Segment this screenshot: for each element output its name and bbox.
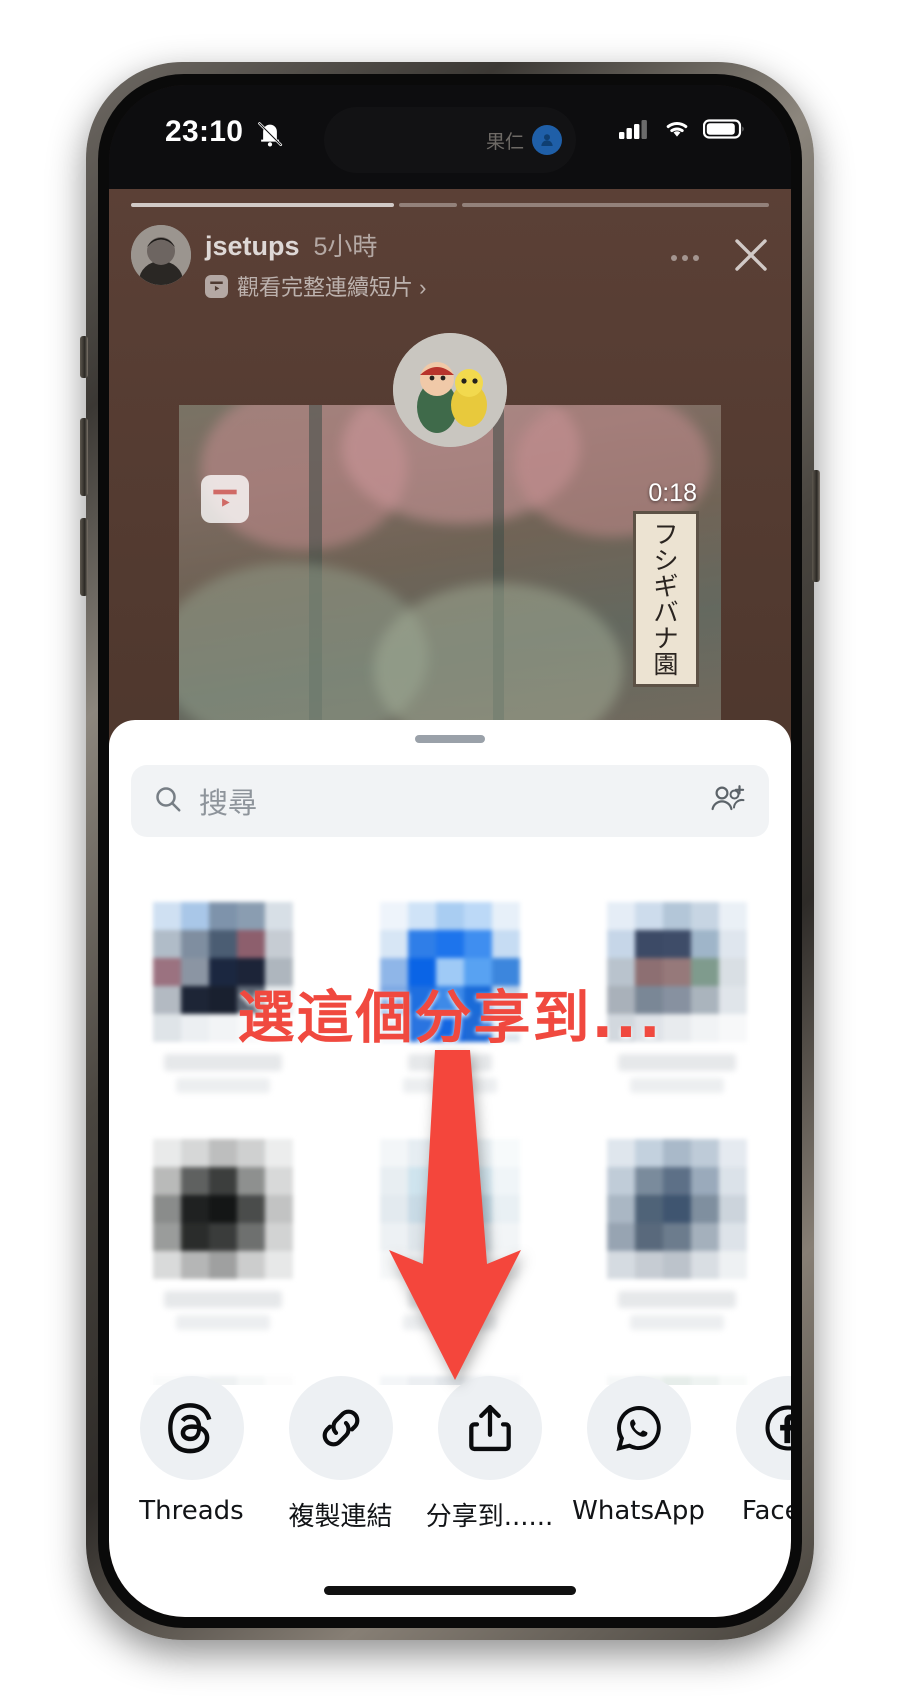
sign-char-4: ナ: [653, 624, 679, 653]
add-people-glyph-icon: [711, 784, 745, 810]
share-app-label: 分享到......: [425, 1502, 554, 1532]
dynamic-island-label: 果仁: [485, 131, 524, 153]
person-glyph-icon: [541, 134, 553, 146]
down-arrow-annotation-glyph-icon: [389, 1050, 521, 1380]
search-bar[interactable]: 搜尋: [131, 765, 769, 837]
reels-play-glyph-icon: [213, 489, 237, 507]
share-sheet: 搜尋 選這個分享到... Threads 複製連結 分享到...... What…: [109, 720, 791, 1617]
contact-avatar: [607, 1139, 748, 1279]
sign-char-0: フ: [653, 520, 679, 549]
bell-slash-icon: [255, 119, 285, 154]
search-icon: [153, 784, 183, 819]
battery-icon: [702, 117, 747, 146]
story-actions: [671, 225, 773, 282]
share-app-label: Facebo: [741, 1496, 791, 1526]
wifi-glyph-icon: [666, 122, 688, 137]
progress-segment: [131, 203, 394, 207]
cellular-bars-icon: [619, 117, 651, 146]
share-app-whatsapp[interactable]: WhatsApp: [564, 1376, 713, 1533]
facebook-glyph-icon: [765, 1405, 791, 1451]
wifi-icon: [661, 117, 693, 146]
story-author-avatar[interactable]: [131, 225, 191, 285]
bell-slash-glyph-icon: [258, 122, 283, 147]
ios-status-bar: 23:10 果仁: [109, 85, 791, 189]
link-icon: [288, 1376, 393, 1480]
threads-icon: [139, 1376, 244, 1480]
contact-name-redacted: [163, 1291, 282, 1308]
contact-name-redacted: [618, 1054, 737, 1071]
sign-char-2: ギ: [653, 572, 679, 601]
story-header: jsetups 5小時 觀看完整連續短片 ›: [131, 225, 773, 302]
share-out-glyph-icon: [468, 1404, 511, 1452]
progress-segment: [398, 203, 458, 207]
close-x-icon[interactable]: [729, 233, 773, 282]
story-subtitle-row[interactable]: 觀看完整連續短片 ›: [205, 270, 426, 302]
contact-item[interactable]: [564, 1139, 791, 1330]
dynamic-island[interactable]: 果仁: [324, 107, 576, 173]
share-app-row: Threads 複製連結 分享到...... WhatsApp Fac: [109, 1376, 791, 1533]
reels-play-glyph-icon: [210, 281, 223, 291]
down-arrow-annotation-icon: [375, 1050, 525, 1385]
volume-up-button[interactable]: [80, 418, 88, 496]
sign-char-5: 園: [653, 650, 679, 679]
battery-glyph-icon: [702, 119, 744, 139]
whatsapp-icon: [586, 1376, 691, 1480]
sign-char-1: シ: [653, 546, 679, 575]
story-reel-card[interactable]: 0:18 フ シ ギ バ ナ 園: [179, 405, 721, 735]
drag-handle-icon[interactable]: [415, 735, 485, 743]
phone-screen: 0:18 フ シ ギ バ ナ 園 jsetups 5小時 觀看完整連續短片 › …: [109, 85, 791, 1617]
story-meta: jsetups 5小時 觀看完整連續短片 ›: [205, 227, 426, 302]
power-button[interactable]: [812, 470, 820, 582]
story-progress-bars: [131, 203, 770, 207]
volume-down-button[interactable]: [80, 518, 88, 596]
story-username[interactable]: jsetups: [205, 231, 300, 262]
contact-handle-redacted: [630, 1315, 725, 1330]
sign-char-3: バ: [653, 598, 679, 627]
silent-switch[interactable]: [80, 336, 88, 378]
contact-handle-redacted: [175, 1315, 270, 1330]
close-x-glyph-icon: [735, 239, 767, 271]
reel-duration: 0:18: [648, 479, 697, 507]
home-indicator[interactable]: [324, 1586, 576, 1595]
status-bar-indicators: [619, 117, 747, 146]
threads-glyph-icon: [167, 1403, 211, 1454]
cellular-bars-glyph-icon: [619, 120, 647, 139]
share-app-threads[interactable]: Threads: [117, 1376, 266, 1533]
avatar-portrait-icon: [131, 225, 191, 285]
whatsapp-glyph-icon: [615, 1406, 661, 1451]
reels-play-icon: [205, 274, 228, 298]
add-people-icon[interactable]: [709, 783, 747, 820]
share-app-copy-link[interactable]: 複製連結: [266, 1376, 415, 1533]
annotation-text: 選這個分享到...: [237, 985, 663, 1051]
sticker-art-icon: [393, 333, 507, 447]
contact-item[interactable]: [109, 1139, 336, 1330]
status-bar-clock: 23:10: [165, 115, 244, 148]
progress-segment: [462, 203, 770, 207]
reel-sign-text: フ シ ギ バ ナ 園: [633, 511, 699, 687]
share-app-label: 複製連結: [288, 1502, 393, 1532]
link-glyph-icon: [322, 1409, 359, 1447]
story-timestamp: 5小時: [313, 233, 378, 261]
story-sticker: [393, 333, 507, 447]
share-app-label: Threads: [139, 1496, 244, 1526]
share-out-icon: [437, 1376, 542, 1480]
contact-avatar: [152, 1139, 293, 1279]
contact-name-redacted: [163, 1054, 282, 1071]
search-input[interactable]: 搜尋: [199, 780, 693, 822]
share-app-share-to[interactable]: 分享到......: [415, 1376, 564, 1533]
contact-handle-redacted: [175, 1078, 270, 1093]
contact-handle-redacted: [630, 1078, 725, 1093]
contact-name-redacted: [618, 1291, 737, 1308]
person-icon: [532, 125, 562, 155]
more-dots-icon[interactable]: [671, 254, 699, 261]
search-glyph-icon: [156, 786, 181, 811]
share-app-facebook[interactable]: Facebo: [713, 1376, 791, 1533]
share-app-label: WhatsApp: [572, 1496, 705, 1526]
story-subtitle: 觀看完整連續短片 ›: [237, 275, 427, 300]
reels-play-icon: [201, 475, 249, 523]
facebook-icon: [735, 1376, 791, 1480]
